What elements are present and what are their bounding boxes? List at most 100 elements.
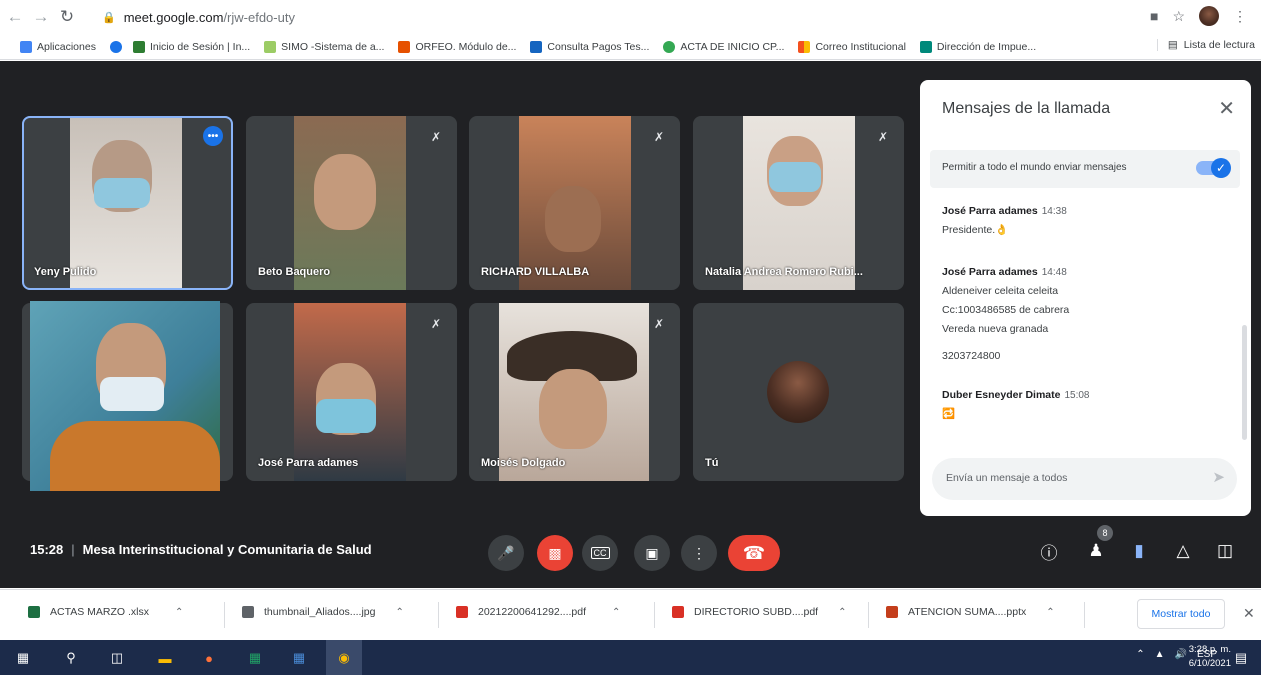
participant-video <box>519 116 631 290</box>
message-time: 14:38 <box>1041 206 1067 217</box>
bookmark-star-icon[interactable]: ☆ <box>1172 8 1185 25</box>
allow-messages-label: Permitir a todo el mundo enviar mensajes <box>942 162 1127 173</box>
participant-tile[interactable]: ✗ Moisés Dolgado <box>469 303 680 481</box>
participant-tile[interactable]: ••• Yeny Pulido <box>22 116 233 290</box>
meeting-time: 15:28 <box>30 542 64 557</box>
word-icon[interactable]: ▦ <box>290 649 308 667</box>
close-icon[interactable]: ✕ <box>1243 605 1255 622</box>
participant-name: Yeny Pulido <box>34 266 97 278</box>
captions-button[interactable]: CC <box>582 535 618 571</box>
mask-shape <box>316 399 376 433</box>
host-controls-icon[interactable]: ◫ <box>1212 538 1238 564</box>
clock[interactable]: 3:28 p. m. 6/10/2021 <box>1189 643 1231 671</box>
download-item[interactable]: DIRECTORIO SUBD....pdf ⌃ <box>672 606 846 618</box>
participant-name: RICHARD VILLALBA <box>481 266 590 278</box>
file-explorer-icon[interactable]: ▬ <box>156 649 174 667</box>
chat-input[interactable]: Envía un mensaje a todos ➤ <box>932 458 1237 500</box>
lock-icon: 🔒 <box>102 11 116 24</box>
chat-scrollbar[interactable] <box>1242 325 1247 440</box>
excel-icon[interactable]: ▦ <box>246 649 264 667</box>
divider <box>438 602 439 628</box>
people-icon[interactable]: ♟ <box>1083 538 1109 564</box>
search-icon[interactable]: ⚲ <box>62 649 80 667</box>
menu-kebab-icon[interactable]: ⋮ <box>1233 8 1247 25</box>
chevron-up-icon[interactable]: ⌃ <box>396 607 404 618</box>
address-bar[interactable]: 🔒 meet.google.com /rjw-efdo-uty <box>102 6 1142 28</box>
leave-call-button[interactable]: ☎ <box>728 535 780 571</box>
allow-messages-toggle[interactable]: ✓ <box>1196 158 1231 178</box>
participant-name: Tú <box>705 457 719 469</box>
self-tile[interactable]: Tú <box>693 303 904 481</box>
bookmarks-bar: Aplicaciones Inicio de Sesión | In... SI… <box>0 34 1261 60</box>
face-shape <box>539 369 607 449</box>
divider <box>224 602 225 628</box>
participant-tile[interactable]: ✗ Natalia Andrea Romero Rubi... <box>693 116 904 290</box>
face-shape <box>545 186 601 252</box>
chat-panel: Mensajes de la llamada ✕ Permitir a todo… <box>920 80 1251 516</box>
download-item[interactable]: ACTAS MARZO .xlsx ⌃ <box>28 606 183 618</box>
chevron-up-icon[interactable]: ⌃ <box>612 607 620 618</box>
network-icon[interactable]: ▲ <box>1155 649 1165 660</box>
firefox-icon[interactable]: ● <box>200 649 218 667</box>
bookmark-3[interactable]: SIMO -Sistema de a... <box>264 40 384 53</box>
bookmark-favicon <box>663 40 676 53</box>
bookmark-6[interactable]: ACTA DE INICIO CP... <box>663 40 784 53</box>
bookmark-favicon <box>530 40 543 53</box>
notifications-icon[interactable]: ▤ <box>1232 649 1250 667</box>
camera-indicator-icon[interactable]: ■ <box>1150 8 1158 24</box>
speaking-indicator-icon: ••• <box>203 126 223 146</box>
divider <box>868 602 869 628</box>
mic-button[interactable]: 🎤 <box>488 535 524 571</box>
bookmark-2[interactable]: Inicio de Sesión | In... <box>132 40 250 53</box>
bookmark-apps[interactable]: Aplicaciones <box>20 40 96 53</box>
chat-icon[interactable]: ▮ <box>1126 538 1152 564</box>
chrome-icon[interactable]: ◉ <box>326 640 362 675</box>
back-icon[interactable]: ← <box>4 6 26 28</box>
meeting-details-icon[interactable]: ⓘ <box>1036 538 1062 564</box>
reading-list[interactable]: ▤ Lista de lectura <box>1156 39 1255 51</box>
mic-off-icon: ✗ <box>430 317 442 331</box>
reload-icon[interactable]: ↻ <box>56 6 78 28</box>
profile-avatar[interactable] <box>1199 6 1219 26</box>
download-item[interactable]: 20212200641292....pdf ⌃ <box>456 606 620 618</box>
clock-time: 3:28 p. m. <box>1188 644 1231 655</box>
participant-name: Natalia Andrea Romero Rubi... <box>705 266 863 278</box>
task-view-icon[interactable]: ◫ <box>108 649 126 667</box>
bookmark-1[interactable] <box>109 40 127 53</box>
participant-tile[interactable]: ✗ José Parra adames <box>246 303 457 481</box>
message-sender: José Parra adames <box>942 205 1038 217</box>
tray-overflow-icon[interactable]: ⌃ <box>1136 649 1144 660</box>
participant-tile[interactable]: ✗ Beto Baquero <box>246 116 457 290</box>
chevron-up-icon[interactable]: ⌃ <box>1046 607 1054 618</box>
download-item[interactable]: thumbnail_Aliados....jpg ⌃ <box>242 606 404 618</box>
volume-icon[interactable]: 🔊 <box>1175 649 1187 660</box>
mask-shape <box>769 162 821 192</box>
message-sender: José Parra adames <box>942 266 1038 278</box>
bookmark-5[interactable]: Consulta Pagos Tes... <box>530 40 649 53</box>
send-icon[interactable]: ➤ <box>1212 468 1225 486</box>
activities-icon[interactable]: △ <box>1170 538 1196 564</box>
windows-start-icon[interactable]: ▦ <box>14 649 32 667</box>
bookmark-7[interactable]: Correo Institucional <box>798 40 906 53</box>
bookmark-8[interactable]: Dirección de Impue... <box>919 40 1036 53</box>
forward-icon[interactable]: → <box>30 6 52 28</box>
url-host: meet.google.com <box>123 9 224 25</box>
divider <box>1084 602 1085 628</box>
close-icon[interactable]: ✕ <box>1218 96 1235 121</box>
chevron-up-icon[interactable]: ⌃ <box>175 607 183 618</box>
participant-tile[interactable]: ✗ RICHARD VILLALBA <box>469 116 680 290</box>
chat-input-placeholder: Envía un mensaje a todos <box>946 472 1068 484</box>
camera-off-button[interactable]: ▩ <box>537 535 573 571</box>
show-all-downloads-button[interactable]: Mostrar todo <box>1137 599 1225 629</box>
bookmark-4[interactable]: ORFEO. Módulo de... <box>398 40 516 53</box>
message-text: Cc:1003486585 de cabrera <box>942 304 1070 316</box>
mic-off-icon: ✗ <box>653 130 665 144</box>
participant-name: José Parra adames <box>258 457 359 469</box>
more-options-button[interactable]: ⋮ <box>681 535 717 571</box>
download-item[interactable]: ATENCION SUMA....pptx ⌃ <box>886 606 1055 618</box>
chevron-up-icon[interactable]: ⌃ <box>838 607 846 618</box>
bookmark-favicon <box>109 40 122 53</box>
present-button[interactable]: ▣ <box>634 535 670 571</box>
downloads-bar: ACTAS MARZO .xlsx ⌃ thumbnail_Aliados....… <box>0 589 1261 640</box>
mic-icon: 🎤 <box>497 544 515 561</box>
